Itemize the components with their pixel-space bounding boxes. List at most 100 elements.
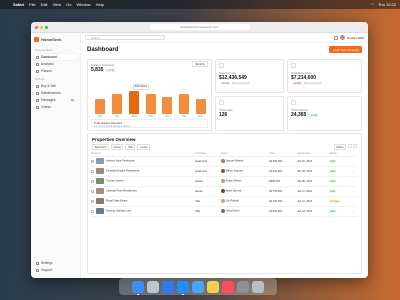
chart-x-label: Fri <box>165 115 169 118</box>
sidebar-item-label: Support <box>41 268 53 272</box>
dock-launchpad-icon[interactable] <box>147 280 159 293</box>
cell-agent: Samuel Alberto <box>220 156 270 167</box>
cell-status: Sold <box>329 186 353 197</box>
cell-property: Emerald Heights Residences <box>91 166 196 177</box>
dock-trash-icon[interactable] <box>252 280 264 293</box>
cell-listed-date: Jan 14, 2024 <box>297 206 330 217</box>
period-select[interactable]: Monthly <box>192 61 208 67</box>
messages-count-badge: 10 <box>70 98 75 102</box>
minimize-window-button[interactable] <box>40 25 43 29</box>
chart-bar-tue[interactable] <box>112 94 123 114</box>
sidebar-item-maintenances[interactable]: Maintenances <box>34 90 77 96</box>
row-more-icon[interactable]: ⋯ <box>352 176 358 187</box>
row-more-icon[interactable]: ⋯ <box>352 156 358 167</box>
chart-bar-sun[interactable] <box>195 99 206 114</box>
table-row[interactable]: Emerald Heights Residences Apartment Mateo… <box>91 166 358 177</box>
chart-bar-thu[interactable] <box>145 93 156 114</box>
sidebar-item-planner[interactable]: Planner <box>34 68 77 74</box>
filters-button[interactable]: Filters <box>333 144 346 150</box>
dock-mail-icon[interactable] <box>192 280 204 293</box>
property-thumbnail <box>96 188 104 194</box>
cell-listed-date: Jan 02, 2024 <box>297 156 330 167</box>
dock-settings-icon[interactable] <box>237 280 249 293</box>
chart-bar-wed[interactable] <box>128 90 139 114</box>
table-row[interactable]: Royal Oaks Estate Villa Lily Polland $2,150… <box>91 196 358 207</box>
filter-condo[interactable]: Condo <box>137 144 150 150</box>
menu-file[interactable]: File <box>29 2 35 7</box>
wifi-icon[interactable]: ◠ <box>370 2 374 7</box>
sidebar-item-settings[interactable]: Settings <box>34 260 77 266</box>
menu-go[interactable]: Go <box>66 2 71 7</box>
row-more-icon[interactable]: ⋯ <box>352 196 358 207</box>
page-title: Dashboard <box>87 46 119 53</box>
total-expenses-card: Total Expenses $7,214,600 ↓ 2.3% than la… <box>287 59 362 93</box>
grid-view-icon[interactable] <box>347 144 352 148</box>
table-row[interactable]: Serenity Springs Lofts Villa Greg Kritzel $… <box>91 206 358 217</box>
sidebar-item-analytics[interactable]: Analytics <box>34 61 77 67</box>
row-checkbox[interactable] <box>91 199 94 203</box>
maximize-window-button[interactable] <box>45 25 48 29</box>
menu-view[interactable]: View <box>52 2 61 7</box>
row-checkbox[interactable] <box>91 209 94 213</box>
total-income-card: Total Income $12,436,549 ↑ 6.7% than las… <box>215 59 284 93</box>
table-row[interactable]: Celestial Point Residences House Noah Schm… <box>91 186 358 197</box>
filter-apartment[interactable]: Apartment <box>92 144 109 150</box>
income-change-badge: ↑ 6.7% <box>220 82 230 85</box>
dock-notes-icon[interactable] <box>207 280 219 293</box>
row-checkbox[interactable] <box>91 169 94 173</box>
sidebar-item-messages[interactable]: Messages 10 <box>34 97 77 103</box>
menu-help[interactable]: Help <box>96 2 104 7</box>
search-input[interactable]: ⌕ Search <box>85 35 165 40</box>
row-checkbox[interactable] <box>91 159 94 163</box>
filter-house[interactable]: House <box>110 144 124 150</box>
eye-icon <box>291 100 296 105</box>
row-more-icon[interactable]: ⋯ <box>352 166 358 177</box>
sidebar-section-title: General Menu <box>35 48 53 52</box>
menu-window[interactable]: Window <box>76 2 90 7</box>
building-icon <box>219 100 224 105</box>
chart-bar-sat[interactable] <box>178 94 189 114</box>
table-row[interactable]: Tranquil Haven House Kristin Wilson $895,00… <box>91 176 358 187</box>
row-more-icon[interactable]: ⋯ <box>352 186 358 197</box>
avatar[interactable] <box>339 35 345 40</box>
cell-unit-type: Apartment <box>195 166 221 177</box>
cell-price: $3,650,000 <box>269 156 298 167</box>
row-checkbox[interactable] <box>91 179 94 183</box>
dock-finder-icon[interactable] <box>132 280 144 295</box>
add-property-button[interactable]: + Add New Property <box>329 46 362 53</box>
agent-name: Mateo Saputra <box>225 169 243 173</box>
chart-bar-mon[interactable] <box>95 99 106 114</box>
topbar: ⌕ Search George Wills <box>81 33 368 43</box>
sidebar-item-dashboard[interactable]: Dashboard <box>34 54 77 60</box>
row-more-icon[interactable]: ⋯ <box>352 206 358 217</box>
units-value: 126 <box>219 112 228 118</box>
agent-avatar <box>220 189 225 193</box>
properties-table: Property Unit Type Agent Price Listed da… <box>91 151 358 217</box>
agent-avatar <box>220 199 225 203</box>
table-row[interactable]: Horizon Vista Penthouse Apartment Samuel A… <box>91 156 358 167</box>
brand[interactable]: HomeSeek <box>34 37 77 42</box>
filter-villa[interactable]: Villa <box>125 144 136 150</box>
expenses-change-note: than last month <box>303 82 322 85</box>
bell-icon[interactable] <box>333 35 338 40</box>
dock-safari-icon[interactable] <box>177 280 189 295</box>
sidebar-item-clients[interactable]: Clients <box>34 104 77 110</box>
visitors-bar-chart: Mon Tue Wed 838 Visitors Thu Fri Sat Sun <box>92 83 207 118</box>
menu-safari[interactable]: Safari <box>13 2 24 7</box>
menu-edit[interactable]: Edit <box>41 2 48 7</box>
cell-listed-date: Jan 09, 2024 <box>297 166 330 177</box>
address-bar[interactable]: dashboard.homesearch.com <box>149 24 250 30</box>
list-view-icon[interactable] <box>353 144 357 148</box>
agent-name: Greg Kritzel <box>225 209 240 213</box>
dock-music-icon[interactable] <box>222 280 234 293</box>
chart-bar-fri[interactable] <box>162 96 173 114</box>
property-name: Celestial Point Residences <box>106 189 137 193</box>
row-checkbox[interactable] <box>91 189 94 193</box>
visitors-overview-card: Visitors Overview 5,835 ↑ 4.7% Monthly M… <box>87 59 212 131</box>
user-menu[interactable]: George Wills <box>333 35 364 40</box>
dock-appstore-icon[interactable] <box>162 280 174 293</box>
sidebar-item-buy-sell[interactable]: Buy & Sell <box>34 83 77 89</box>
close-window-button[interactable] <box>35 25 38 29</box>
sidebar-item-support[interactable]: Support <box>34 267 77 273</box>
menubar-clock[interactable]: Thu 12:22 <box>378 2 396 7</box>
